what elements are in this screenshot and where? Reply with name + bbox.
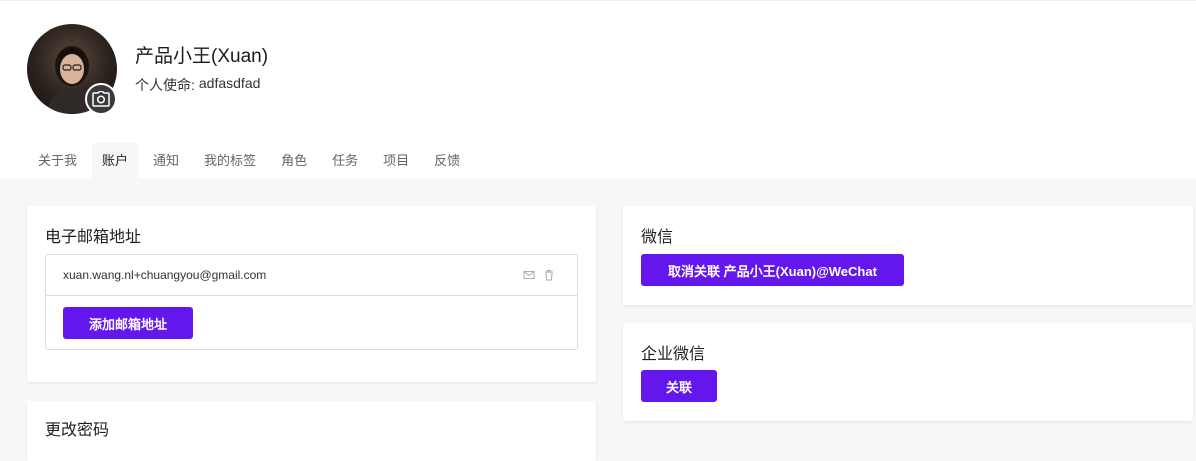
tab-roles[interactable]: 角色 [271, 143, 317, 179]
change-avatar-button[interactable] [85, 83, 117, 115]
wechat-card: 微信 取消关联 产品小王(Xuan)@WeChat [623, 206, 1193, 305]
tab-tasks[interactable]: 任务 [322, 143, 368, 179]
profile-header: 产品小王(Xuan) 个人使命: adfasdfad 关于我 账户 通知 我的标… [0, 0, 1196, 179]
link-enterprise-wechat-button[interactable]: 关联 [641, 370, 717, 402]
tab-feedback[interactable]: 反馈 [424, 143, 470, 179]
wechat-section-title: 微信 [641, 229, 674, 246]
mail-icon[interactable] [523, 269, 535, 281]
email-address: xuan.wang.nl+chuangyou@gmail.com [63, 268, 267, 282]
add-email-button[interactable]: 添加邮箱地址 [63, 307, 193, 339]
tab-account[interactable]: 账户 [92, 143, 139, 179]
user-name: 产品小王(Xuan) [135, 46, 269, 67]
tab-about-me[interactable]: 关于我 [28, 143, 87, 179]
profile-tabs: 关于我 账户 通知 我的标签 角色 任务 项目 反馈 [28, 143, 475, 179]
personal-mission: 个人使命: adfasdfad [135, 75, 260, 95]
camera-icon [92, 91, 110, 107]
tab-my-tags[interactable]: 我的标签 [194, 143, 266, 179]
change-password-card: 更改密码 [27, 401, 596, 461]
mission-value: adfasdfad [198, 75, 261, 91]
mission-label: 个人使命: [135, 77, 195, 93]
email-list: xuan.wang.nl+chuangyou@gmail.com 添加邮箱地址 [45, 254, 578, 350]
email-card: 电子邮箱地址 xuan.wang.nl+chuangyou@gmail.com … [27, 206, 596, 382]
trash-icon[interactable] [543, 269, 555, 281]
list-item: xuan.wang.nl+chuangyou@gmail.com [46, 255, 577, 296]
unlink-wechat-button[interactable]: 取消关联 产品小王(Xuan)@WeChat [641, 254, 904, 286]
password-section-title: 更改密码 [45, 422, 110, 439]
tab-notifications[interactable]: 通知 [143, 143, 189, 179]
enterprise-wechat-section-title: 企业微信 [641, 346, 706, 363]
email-section-title: 电子邮箱地址 [45, 229, 142, 246]
enterprise-wechat-card: 企业微信 关联 [623, 323, 1193, 421]
tab-projects[interactable]: 项目 [373, 143, 419, 179]
